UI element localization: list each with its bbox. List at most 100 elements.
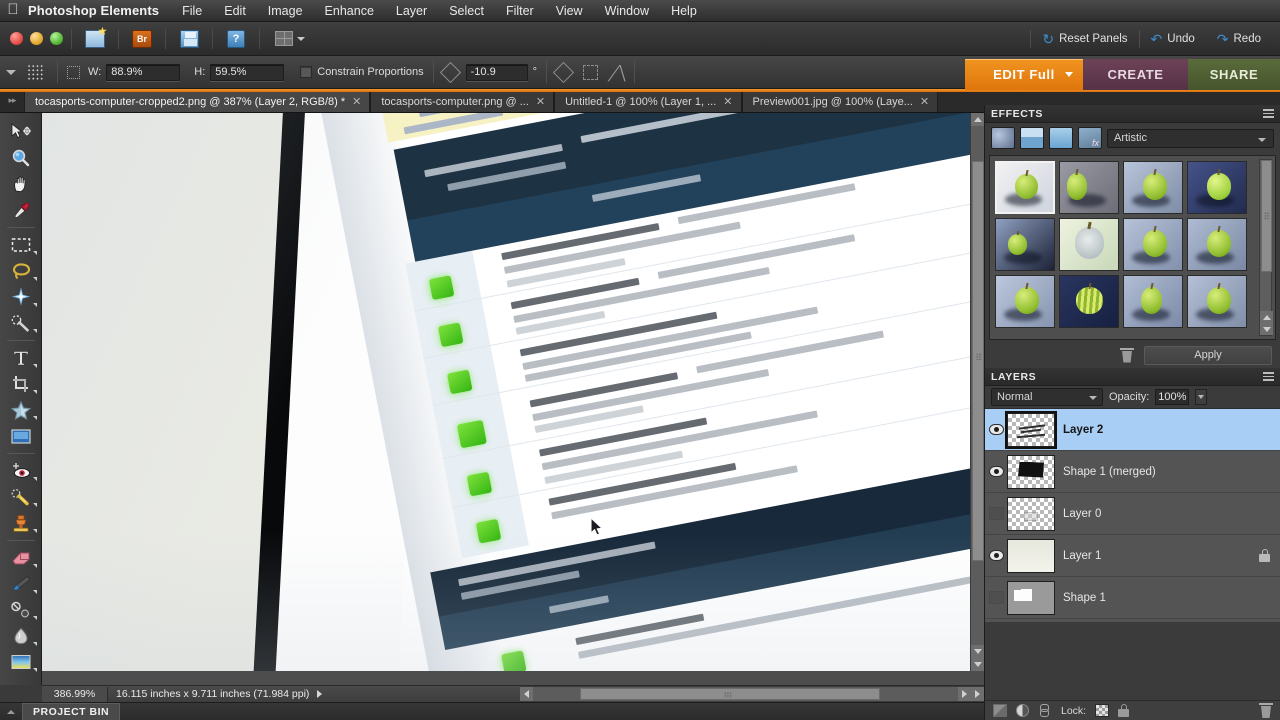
distort-option-icon[interactable] bbox=[583, 64, 599, 80]
minimize-window-button[interactable] bbox=[30, 32, 43, 45]
layer-row-layer-1[interactable]: Layer 1 bbox=[985, 535, 1280, 577]
sponge-tool[interactable] bbox=[0, 623, 42, 649]
scroll-right-button-2[interactable] bbox=[971, 687, 984, 701]
lasso-tool[interactable] bbox=[0, 258, 42, 284]
layer-visibility-toggle[interactable] bbox=[985, 577, 1007, 619]
hand-tool[interactable] bbox=[0, 171, 42, 197]
perspective-option-icon[interactable]: ╱╲ bbox=[608, 65, 628, 81]
effect-thumbnail[interactable] bbox=[995, 275, 1055, 328]
layer-styles-category-icon[interactable] bbox=[1020, 127, 1044, 149]
layout-button[interactable] bbox=[268, 26, 312, 52]
effect-thumbnail[interactable] bbox=[1187, 275, 1247, 328]
blend-mode-dropdown[interactable]: Normal bbox=[991, 388, 1103, 406]
type-tool[interactable] bbox=[0, 345, 42, 371]
document-canvas[interactable] bbox=[42, 113, 970, 671]
effect-thumbnail[interactable] bbox=[1059, 161, 1119, 214]
fx-category-icon[interactable] bbox=[1078, 127, 1102, 149]
tab-share[interactable]: SHARE bbox=[1188, 59, 1280, 90]
status-menu-icon[interactable] bbox=[317, 690, 323, 698]
trash-icon[interactable] bbox=[1120, 347, 1134, 363]
new-layer-icon[interactable] bbox=[993, 704, 1007, 717]
menu-item-layer[interactable]: Layer bbox=[385, 4, 438, 18]
tab-edit-full[interactable]: EDIT Full bbox=[965, 59, 1083, 90]
layer-thumbnail[interactable] bbox=[1007, 454, 1055, 489]
effects-scroll-up-button[interactable] bbox=[1260, 311, 1273, 323]
effects-scroll-thumb[interactable] bbox=[1261, 160, 1272, 272]
scroll-left-button[interactable] bbox=[520, 687, 533, 701]
menu-item-help[interactable]: Help bbox=[660, 4, 708, 18]
menu-item-window[interactable]: Window bbox=[594, 4, 660, 18]
angle-input[interactable]: -10.9 bbox=[465, 63, 528, 81]
bridge-button[interactable]: Br bbox=[127, 26, 157, 52]
canvas-vertical-scrollbar[interactable] bbox=[970, 113, 984, 671]
scroll-right-button[interactable] bbox=[958, 687, 971, 701]
layers-list[interactable]: Layer 2 Shape 1 (merged) Layer 0 Layer 1… bbox=[985, 408, 1280, 622]
horizontal-scroll-thumb[interactable] bbox=[580, 688, 880, 700]
layer-thumbnail[interactable] bbox=[1007, 538, 1055, 573]
menu-item-edit[interactable]: Edit bbox=[213, 4, 257, 18]
close-icon[interactable]: ✕ bbox=[723, 95, 732, 108]
scroll-down-button[interactable] bbox=[971, 645, 984, 658]
gradient-tool[interactable] bbox=[0, 649, 42, 675]
eyedropper-tool[interactable] bbox=[0, 197, 42, 223]
effects-scrollbar[interactable] bbox=[1259, 159, 1273, 336]
move-tool[interactable] bbox=[0, 119, 42, 145]
close-icon[interactable]: ✕ bbox=[352, 95, 361, 108]
layer-thumbnail[interactable] bbox=[1007, 496, 1055, 531]
menu-item-filter[interactable]: Filter bbox=[495, 4, 545, 18]
cookie-cutter-tool[interactable] bbox=[0, 397, 42, 423]
red-eye-tool[interactable] bbox=[0, 458, 42, 484]
close-window-button[interactable] bbox=[10, 32, 23, 45]
lock-all-icon[interactable] bbox=[1118, 704, 1130, 717]
effect-thumbnail[interactable] bbox=[995, 218, 1055, 271]
layer-row-layer-2[interactable]: Layer 2 bbox=[985, 409, 1280, 451]
doc-tab-1[interactable]: tocasports-computer.png @ ... ✕ bbox=[370, 90, 555, 112]
opacity-input[interactable]: 100% bbox=[1155, 389, 1190, 405]
help-button[interactable]: ? bbox=[221, 26, 251, 52]
menu-item-image[interactable]: Image bbox=[257, 4, 314, 18]
effect-thumbnail[interactable] bbox=[1059, 218, 1119, 271]
effect-thumbnail[interactable] bbox=[1187, 218, 1247, 271]
panel-menu-icon[interactable] bbox=[1263, 109, 1274, 118]
new-file-button[interactable] bbox=[80, 26, 110, 52]
apply-button[interactable]: Apply bbox=[1144, 345, 1272, 365]
zoom-tool[interactable] bbox=[0, 145, 42, 171]
effect-thumbnail[interactable] bbox=[995, 161, 1055, 214]
effects-scroll-down-button[interactable] bbox=[1260, 323, 1273, 335]
height-input[interactable]: 59.5% bbox=[210, 63, 285, 81]
layer-thumbnail[interactable] bbox=[1007, 580, 1055, 615]
layer-row-layer-0[interactable]: Layer 0 bbox=[985, 493, 1280, 535]
width-input[interactable]: 88.9% bbox=[106, 63, 181, 81]
close-icon[interactable]: ✕ bbox=[536, 95, 545, 108]
skew-option-icon[interactable] bbox=[552, 61, 575, 83]
options-bar-handle[interactable] bbox=[0, 56, 22, 89]
layer-visibility-toggle[interactable] bbox=[985, 409, 1007, 451]
layer-visibility-toggle[interactable] bbox=[985, 451, 1007, 493]
zoom-window-button[interactable] bbox=[50, 32, 63, 45]
effect-thumbnail[interactable] bbox=[1123, 161, 1183, 214]
undo-button[interactable]: ↶ Undo bbox=[1140, 28, 1206, 50]
opacity-stepper[interactable] bbox=[1195, 389, 1208, 405]
zoom-level-field[interactable]: 386.99% bbox=[42, 686, 108, 702]
save-button[interactable] bbox=[174, 26, 204, 52]
close-icon[interactable]: ✕ bbox=[920, 95, 929, 108]
effect-thumbnail[interactable] bbox=[1187, 161, 1247, 214]
crop-tool[interactable] bbox=[0, 371, 42, 397]
menu-item-select[interactable]: Select bbox=[438, 4, 495, 18]
marquee-tool[interactable] bbox=[0, 232, 42, 258]
healing-brush-tool[interactable] bbox=[0, 484, 42, 510]
scroll-up-button[interactable] bbox=[971, 113, 984, 126]
effect-thumbnail[interactable] bbox=[1059, 275, 1119, 328]
tab-bar-grip[interactable]: ▸▸ bbox=[0, 89, 24, 112]
layer-row-shape-1[interactable]: Shape 1 bbox=[985, 577, 1280, 619]
clone-stamp-tool[interactable] bbox=[0, 510, 42, 536]
filters-category-icon[interactable] bbox=[991, 127, 1015, 149]
effect-thumbnail[interactable] bbox=[1123, 275, 1183, 328]
doc-tab-0[interactable]: tocasports-computer-cropped2.png @ 387% … bbox=[24, 90, 371, 112]
redo-button[interactable]: ↷ Redo bbox=[1206, 28, 1272, 50]
panel-menu-icon[interactable] bbox=[1263, 372, 1274, 381]
layer-thumbnail[interactable] bbox=[1005, 410, 1057, 449]
effects-category-dropdown[interactable]: Artistic bbox=[1107, 128, 1274, 148]
doc-tab-3[interactable]: Preview001.jpg @ 100% (Laye... ✕ bbox=[741, 90, 939, 112]
reference-point-icon[interactable] bbox=[67, 65, 80, 79]
